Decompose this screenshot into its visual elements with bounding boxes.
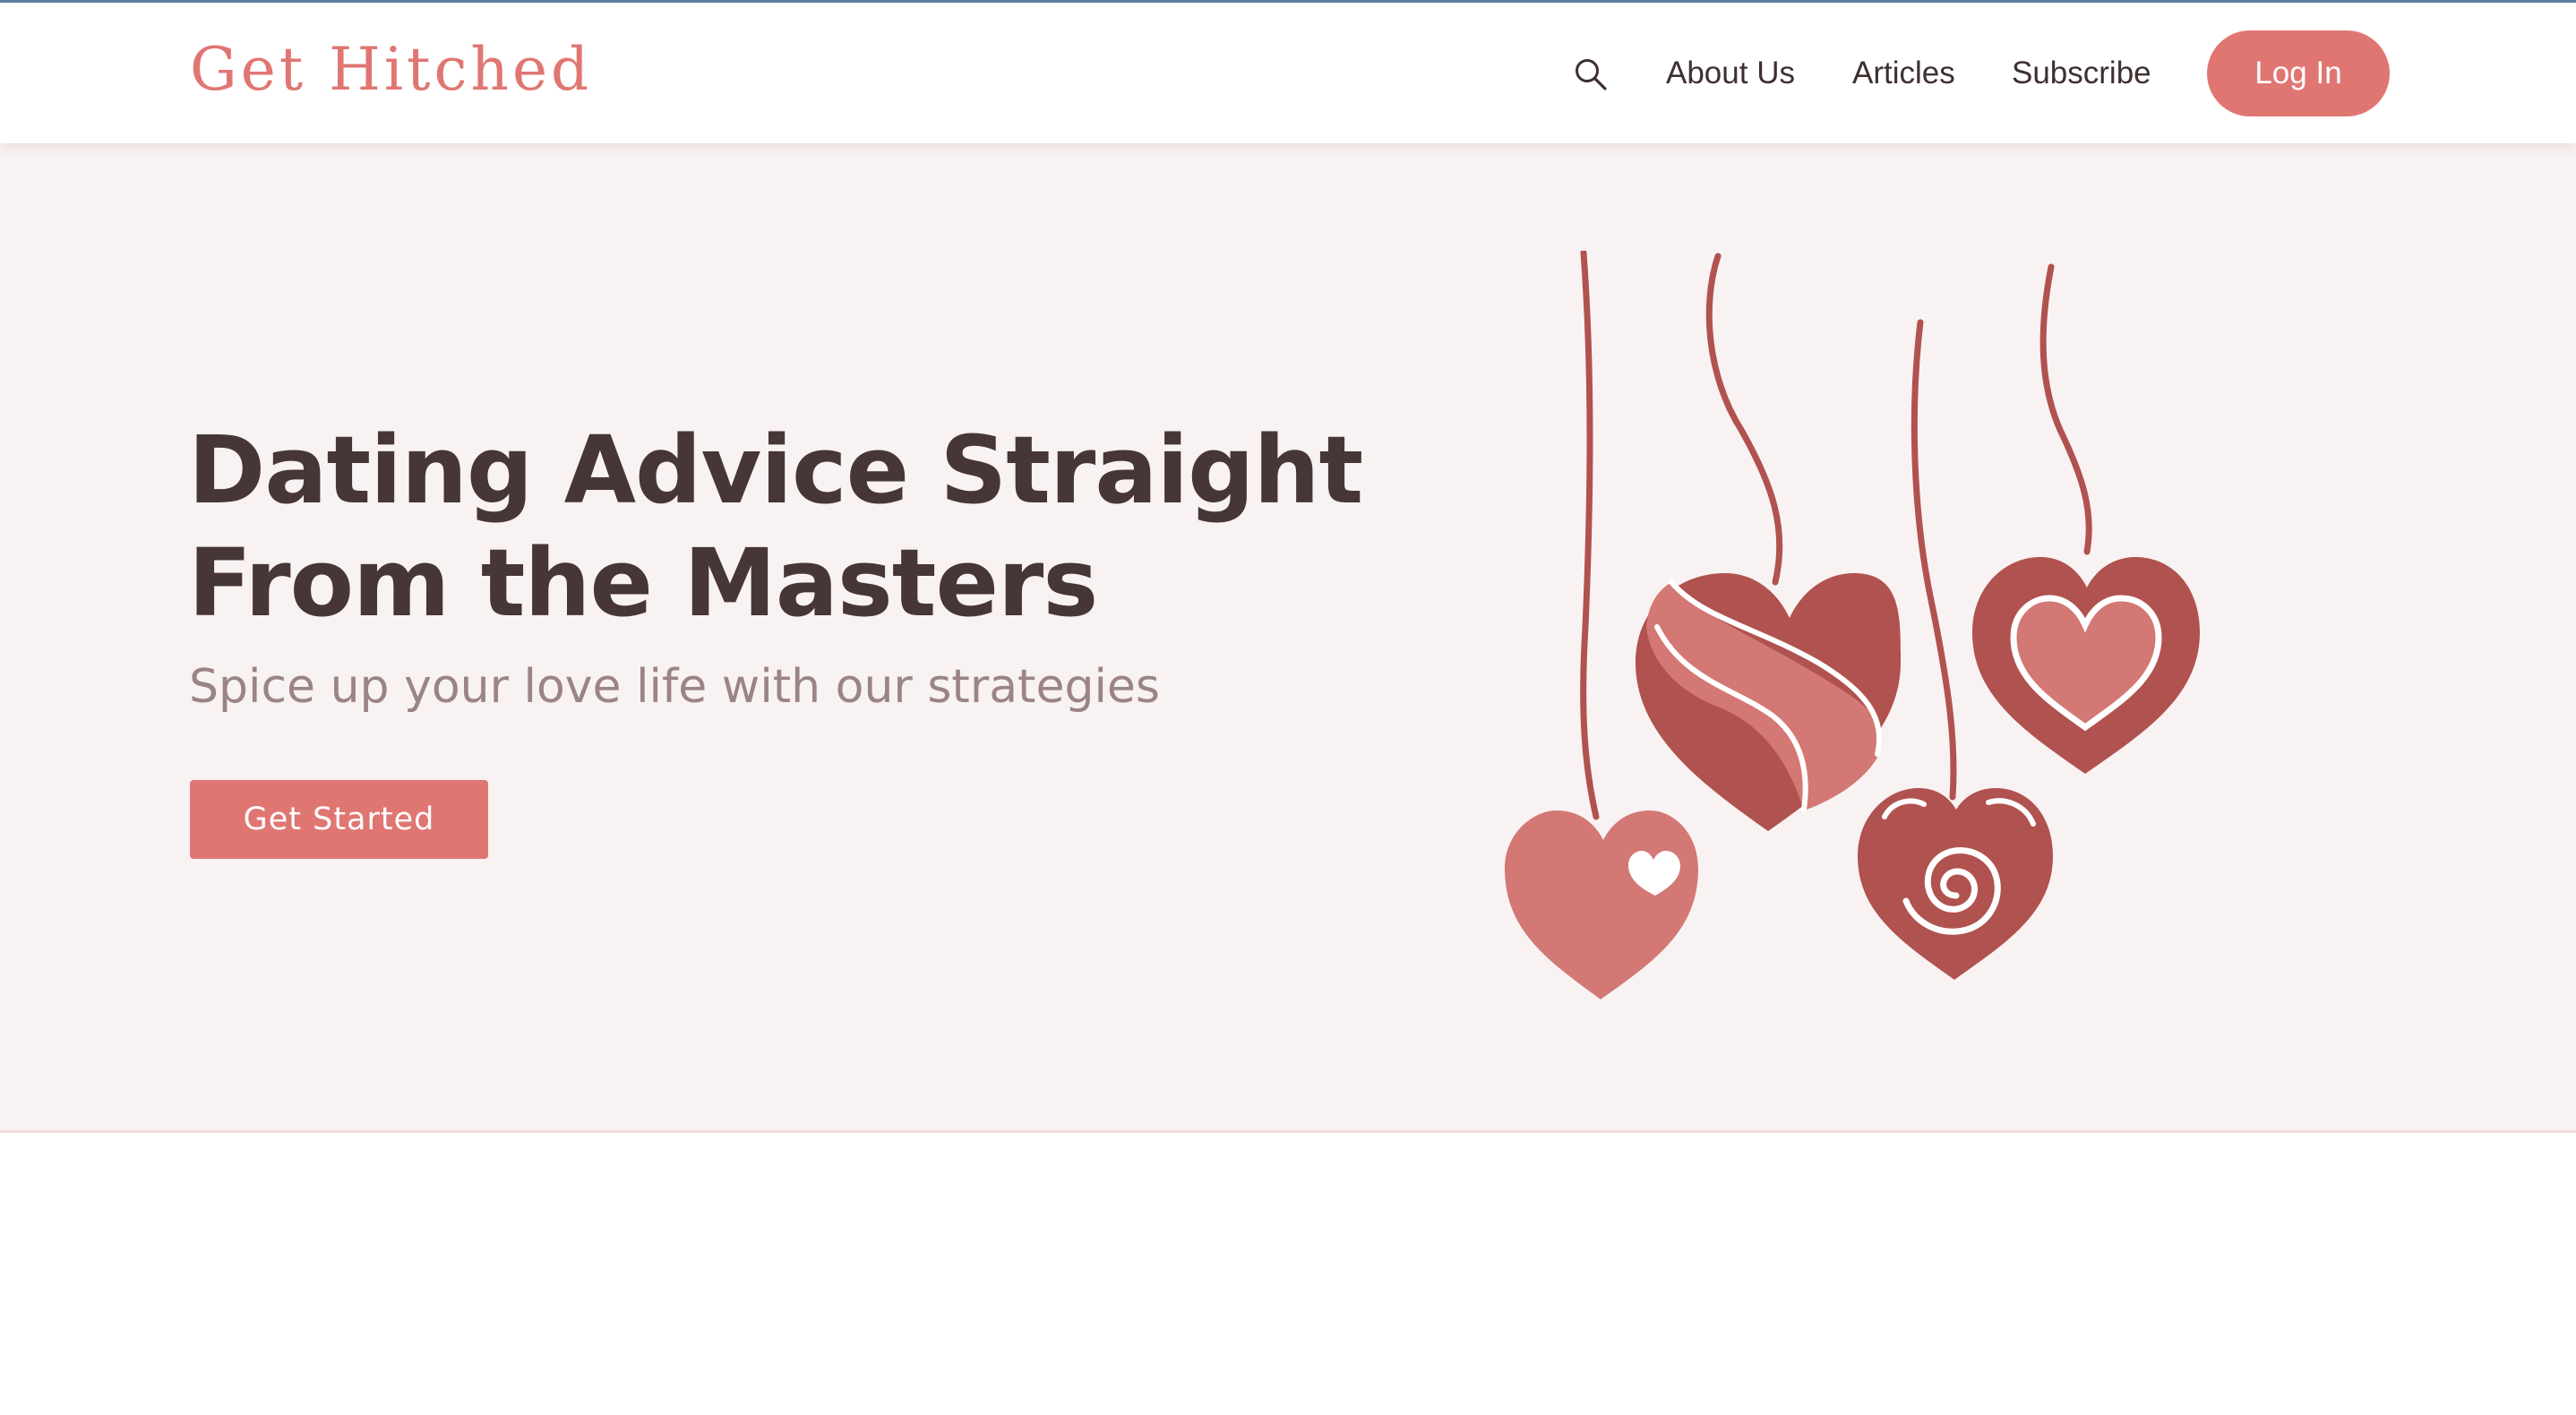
search-icon — [1576, 59, 1607, 90]
site-logo[interactable]: Get Hitched — [190, 30, 592, 110]
heart-dark-wave — [1636, 573, 1902, 831]
nav-articles[interactable]: Articles — [1852, 53, 1955, 94]
nav-subscribe[interactable]: Subscribe — [2012, 53, 2151, 94]
heart-dark-outline — [1972, 557, 2200, 774]
hero-title: Dating Advice Straight From the Masters — [188, 414, 1363, 639]
heart-light-left — [1505, 810, 1698, 999]
hanging-hearts-illustration — [1505, 251, 2200, 999]
hero-subtitle: Spice up your love life with our strateg… — [189, 660, 1160, 714]
login-button[interactable]: Log In — [2207, 30, 2390, 116]
get-started-button[interactable]: Get Started — [190, 780, 488, 859]
hero-section: Dating Advice Straight From the Masters … — [0, 143, 2576, 1133]
search-button[interactable] — [1569, 53, 1612, 96]
hero-title-line-1: Dating Advice Straight — [188, 416, 1363, 525]
site-header: Get Hitched About Us Articles Subscribe … — [0, 3, 2576, 143]
hero-title-line-2: From the Masters — [188, 528, 1098, 638]
nav-about-us[interactable]: About Us — [1666, 53, 1795, 94]
heart-rose-spiral — [1858, 788, 2053, 980]
